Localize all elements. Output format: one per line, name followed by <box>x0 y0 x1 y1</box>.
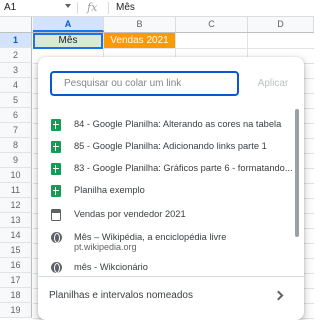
link-suggestion-item[interactable]: 84 - Google Planilha: Alterando as cores… <box>38 115 294 135</box>
row-header[interactable]: 12 <box>0 198 32 213</box>
apply-button[interactable]: Aplicar <box>248 71 298 96</box>
row-header[interactable]: 5 <box>0 93 32 108</box>
row-header[interactable]: 7 <box>0 123 32 138</box>
link-suggestion-label: 84 - Google Planilha: Alterando as cores… <box>74 119 282 129</box>
formula-input[interactable]: Mês <box>116 1 135 15</box>
scrollbar[interactable] <box>295 109 299 237</box>
link-search-input[interactable]: Pesquisar ou colar um link <box>50 71 239 96</box>
link-suggestion-label: 83 - Google Planilha: Gráficos parte 6 -… <box>74 163 293 173</box>
row-header[interactable]: 18 <box>0 288 32 303</box>
chevron-down-icon[interactable] <box>65 4 71 8</box>
column-header-b[interactable]: B <box>104 17 176 32</box>
named-ranges-label: Planilhas e intervalos nomeados <box>49 290 193 301</box>
row-header[interactable]: 8 <box>0 138 32 153</box>
cell-a1[interactable]: Mês <box>33 33 103 49</box>
globe-icon <box>51 232 62 243</box>
row-header[interactable]: 13 <box>0 213 32 228</box>
column-header-d[interactable]: D <box>248 17 314 32</box>
link-suggestion-label: 85 - Google Planilha: Adicionando links … <box>74 141 267 151</box>
cell-b1[interactable]: Vendas 2021 <box>104 33 175 48</box>
link-suggestion-item[interactable]: Mês – Wikipédia, a enciclopédia livre pt.… <box>38 228 294 252</box>
row-header[interactable]: 17 <box>0 273 32 288</box>
column-headers: A B C D <box>0 17 314 33</box>
sheets-icon <box>51 163 61 175</box>
insert-link-popup: Pesquisar ou colar um link Aplicar 84 - … <box>38 57 304 320</box>
range-icon <box>51 209 61 221</box>
row-header[interactable]: 4 <box>0 78 32 93</box>
formula-bar-divider <box>108 2 109 14</box>
column-header-a[interactable]: A <box>33 17 104 32</box>
row-header[interactable]: 9 <box>0 153 32 168</box>
row-header[interactable]: 1 <box>0 33 32 48</box>
link-suggestions-list: 84 - Google Planilha: Alterando as cores… <box>38 107 304 277</box>
spreadsheet-app: A1 fx Mês A B C D 1 2 3 4 5 6 7 8 9 10 11 12 13 14 15 1… <box>0 0 314 320</box>
column-header-c[interactable]: C <box>176 17 248 32</box>
fx-icon: fx <box>87 1 98 14</box>
formula-bar-divider <box>77 2 78 14</box>
sheets-icon <box>51 119 61 131</box>
named-ranges-item[interactable]: Planilhas e intervalos nomeados <box>38 277 304 317</box>
link-suggestion-label: Planilha exemplo <box>74 185 145 195</box>
link-suggestion-item[interactable]: mês - Wikcionário <box>38 258 294 277</box>
link-suggestion-item[interactable]: 83 - Google Planilha: Gráficos parte 6 -… <box>38 159 294 179</box>
name-box[interactable]: A1 <box>4 1 64 15</box>
link-suggestion-url: pt.wikipedia.org <box>74 242 137 252</box>
sheets-icon <box>51 141 61 153</box>
link-suggestion-item[interactable]: 85 - Google Planilha: Adicionando links … <box>38 137 294 157</box>
link-suggestion-item[interactable]: Planilha exemplo <box>38 181 294 201</box>
select-all-corner[interactable] <box>0 17 32 32</box>
link-suggestion-label: Vendas por vendedor 2021 <box>74 209 186 219</box>
globe-icon <box>51 262 62 273</box>
formula-bar: A1 fx Mês <box>0 0 314 17</box>
chevron-right-icon <box>273 290 284 301</box>
row-header[interactable]: 14 <box>0 228 32 243</box>
link-suggestion-label: mês - Wikcionário <box>74 262 148 272</box>
row-header[interactable]: 6 <box>0 108 32 123</box>
row-header[interactable]: 3 <box>0 63 32 78</box>
row-header[interactable]: 16 <box>0 258 32 273</box>
sheets-icon <box>51 185 61 197</box>
row-header[interactable]: 2 <box>0 48 32 63</box>
row-header[interactable]: 19 <box>0 303 32 318</box>
link-search-placeholder: Pesquisar ou colar um link <box>64 78 182 89</box>
row-header[interactable]: 15 <box>0 243 32 258</box>
row-header[interactable]: 10 <box>0 168 32 183</box>
link-suggestion-item[interactable]: Vendas por vendedor 2021 <box>38 205 294 225</box>
row-header[interactable]: 11 <box>0 183 32 198</box>
